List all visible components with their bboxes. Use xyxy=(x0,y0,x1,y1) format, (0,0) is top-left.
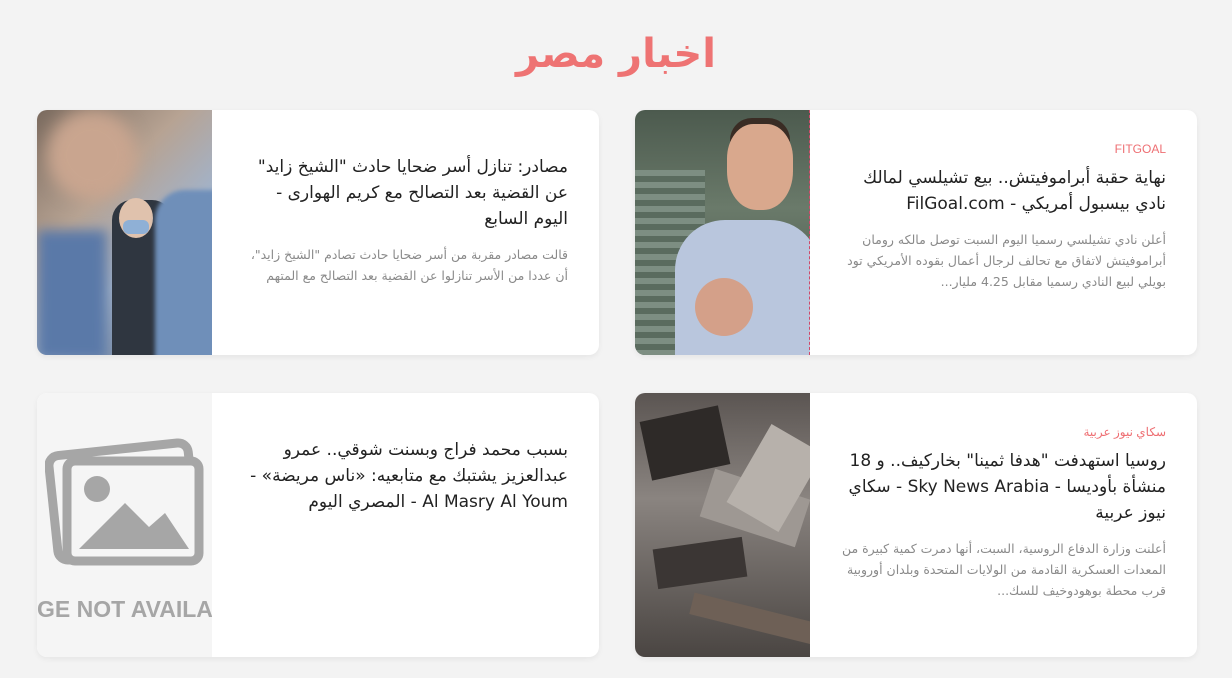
article-excerpt: أعلنت وزارة الدفاع الروسية، السبت، أنها … xyxy=(841,541,1166,598)
article-image[interactable] xyxy=(635,110,810,355)
page-title: اخبار مصر xyxy=(516,31,716,77)
news-card[interactable]: GE NOT AVAILA بسبب محمد فراج وبسنت شوقي.… xyxy=(37,393,599,657)
article-source: سكاي نيوز عربية xyxy=(1083,425,1166,439)
article-source: FITGOAL xyxy=(1114,142,1166,156)
article-body: بسبب محمد فراج وبسنت شوقي.. عمرو عبدالعز… xyxy=(242,393,568,657)
article-image[interactable] xyxy=(635,393,810,657)
image-placeholder[interactable]: GE NOT AVAILA xyxy=(37,393,212,657)
news-card[interactable]: FITGOAL نهاية حقبة أبراموفيتش.. بيع تشيل… xyxy=(635,110,1197,355)
article-body: FITGOAL نهاية حقبة أبراموفيتش.. بيع تشيل… xyxy=(840,110,1166,355)
image-placeholder-icon xyxy=(45,438,204,566)
article-excerpt: أعلن نادي تشيلسي رسميا اليوم السبت توصل … xyxy=(847,232,1166,289)
article-headline[interactable]: نهاية حقبة أبراموفيتش.. بيع تشيلسي لمالك… xyxy=(840,165,1166,217)
article-body: سكاي نيوز عربية روسيا استهدفت "هدفا ثمين… xyxy=(840,393,1166,657)
article-headline[interactable]: مصادر: تنازل أسر ضحايا حادث "الشيخ زايد"… xyxy=(242,154,568,232)
article-image[interactable] xyxy=(37,110,212,355)
news-card[interactable]: مصادر: تنازل أسر ضحايا حادث "الشيخ زايد"… xyxy=(37,110,599,355)
article-excerpt: قالت مصادر مقربة من أسر ضحايا حادث تصادم… xyxy=(250,247,568,283)
article-body: مصادر: تنازل أسر ضحايا حادث "الشيخ زايد"… xyxy=(242,110,568,355)
image-placeholder-text: GE NOT AVAILA xyxy=(37,596,212,622)
article-headline[interactable]: روسيا استهدفت "هدفا ثمينا" بخاركيف.. و 1… xyxy=(840,448,1166,526)
article-headline[interactable]: بسبب محمد فراج وبسنت شوقي.. عمرو عبدالعز… xyxy=(242,437,568,515)
news-card[interactable]: سكاي نيوز عربية روسيا استهدفت "هدفا ثمين… xyxy=(635,393,1197,657)
